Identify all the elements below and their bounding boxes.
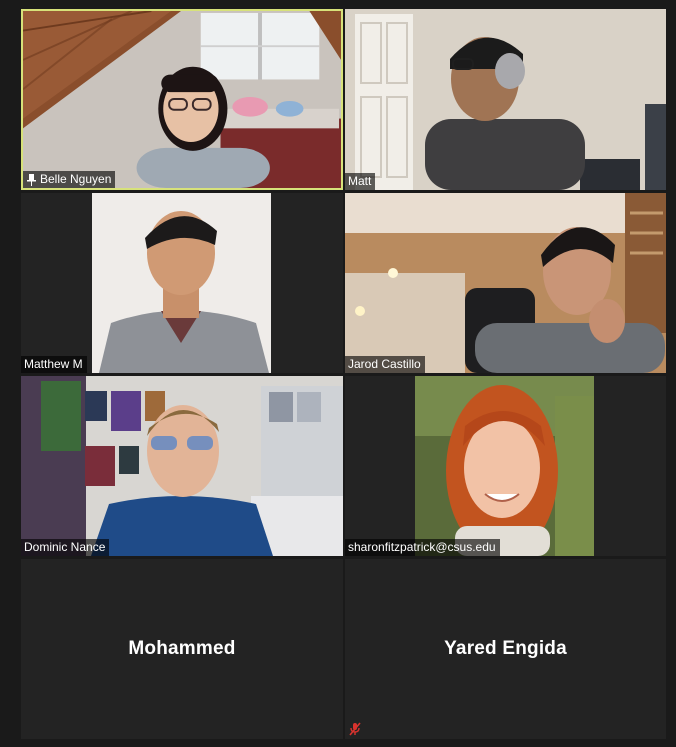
participant-name: Matthew M: [24, 357, 83, 371]
participant-name: Yared Engida: [444, 638, 567, 659]
microphone-muted-icon: [349, 722, 361, 736]
participant-video: [345, 9, 666, 190]
participant-name-label: Belle Nguyen: [23, 171, 116, 188]
participant-tile-dominic-nance[interactable]: Dominic Nance: [21, 376, 343, 556]
participant-name: Belle Nguyen: [40, 172, 112, 186]
participant-tile-sharonfitzpatrick[interactable]: sharonfitzpatrick@csus.edu: [345, 376, 666, 556]
participant-tile-belle-nguyen[interactable]: Belle Nguyen: [21, 9, 343, 190]
participant-name: Mohammed: [128, 638, 236, 659]
participant-tile-mohammed[interactable]: Mohammed: [21, 559, 343, 739]
participant-tile-matthew-m[interactable]: Matthew M: [21, 193, 343, 373]
participant-name-label: Matthew M: [21, 356, 87, 373]
participant-name-label: Dominic Nance: [21, 539, 110, 556]
participant-video: [345, 376, 666, 556]
participant-video: [23, 11, 341, 188]
participant-name-label: Matt: [345, 173, 376, 190]
participant-tile-yared-engida[interactable]: Yared Engida: [345, 559, 666, 739]
participant-tile-jarod-castillo[interactable]: Jarod Castillo: [345, 193, 666, 373]
participant-name: Jarod Castillo: [348, 357, 421, 371]
participant-name-label: Jarod Castillo: [345, 356, 425, 373]
participant-video: [21, 193, 343, 373]
participant-name-label: sharonfitzpatrick@csus.edu: [345, 539, 500, 556]
pin-icon: [27, 173, 36, 186]
participant-video: [345, 193, 666, 373]
participant-name: Matt: [348, 174, 372, 188]
participant-tile-matt[interactable]: Matt: [345, 9, 666, 190]
participant-name: sharonfitzpatrick@csus.edu: [348, 540, 496, 554]
participant-video: [21, 376, 343, 556]
participant-name: Dominic Nance: [24, 540, 106, 554]
gallery-view: Belle Nguyen Matt Matthew M Jarod Castil…: [0, 0, 676, 747]
